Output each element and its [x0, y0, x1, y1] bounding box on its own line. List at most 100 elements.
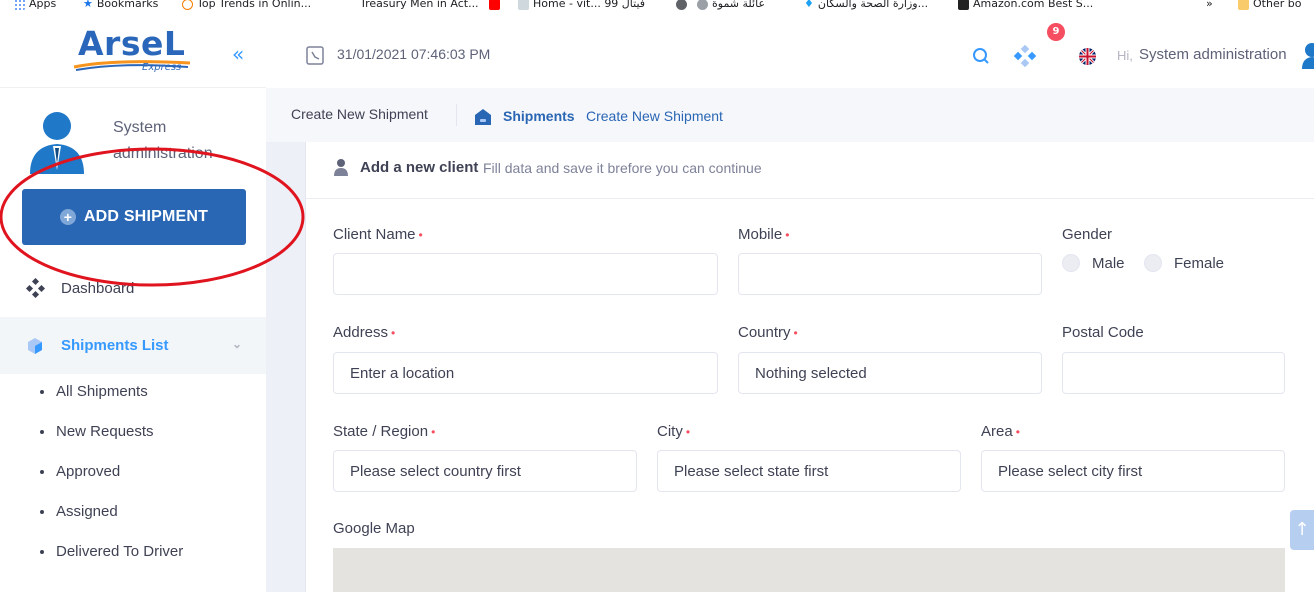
- card-header: Add a new client Fill data and save it b…: [306, 142, 1314, 199]
- folder-icon: [1238, 0, 1249, 10]
- bookmark-bookmarks[interactable]: ★ Bookmarks: [83, 0, 158, 11]
- user-avatar-icon[interactable]: [1302, 41, 1314, 69]
- required-mark: •: [431, 425, 436, 439]
- logo-tagline: Express: [142, 62, 182, 73]
- required-mark: •: [1015, 425, 1020, 439]
- bookmark-treasury[interactable]: Treasury Men in Act...: [360, 0, 479, 11]
- notifications-icon[interactable]: [1014, 45, 1036, 67]
- home-icon[interactable]: [474, 108, 492, 126]
- scroll-to-top-button[interactable]: ↑: [1290, 510, 1314, 550]
- sidebar: ArseL Express « System administration + …: [0, 12, 266, 592]
- star-icon: ★: [83, 0, 93, 10]
- apps-grid-icon: [14, 0, 25, 10]
- bookmarks-overflow[interactable]: »: [1206, 0, 1213, 11]
- bookmark-apps[interactable]: Apps: [14, 0, 56, 11]
- youtube-icon: [489, 0, 500, 10]
- subheader-divider: [456, 104, 457, 126]
- sidebar-subitem-approved[interactable]: Approved: [40, 463, 120, 480]
- bookmark-other[interactable]: Other bo: [1238, 0, 1301, 11]
- gender-male-radio[interactable]: Male: [1062, 254, 1125, 272]
- add-shipment-button[interactable]: + ADD SHIPMENT: [22, 189, 246, 245]
- required-mark: •: [391, 326, 396, 340]
- bookmark-family[interactable]: عائلة شموة: [676, 0, 765, 11]
- google-map-label: Google Map: [333, 520, 415, 537]
- top-header: 31/01/2021 07:46:03 PM 9 Hi, System admi…: [266, 12, 1314, 88]
- required-mark: •: [685, 425, 691, 439]
- city-label: City •: [657, 423, 691, 440]
- user-icon: [334, 159, 348, 176]
- add-shipment-label: ADD SHIPMENT: [83, 208, 209, 225]
- greeting-label: Hi,: [1117, 48, 1133, 63]
- bookmark-amazon[interactable]: Amazon.com Best S...: [958, 0, 1093, 11]
- bullet-icon: [40, 389, 44, 394]
- area-select[interactable]: Please select city first: [981, 450, 1285, 492]
- bullet-icon: [40, 509, 44, 514]
- sidebar-item-label: Shipments List: [61, 337, 169, 354]
- gender-female-radio[interactable]: Female: [1144, 254, 1224, 272]
- uk-flag-icon[interactable]: [1079, 48, 1096, 65]
- page-title: Create New Shipment: [291, 106, 428, 122]
- address-label: Address •: [333, 324, 396, 341]
- country-select[interactable]: Nothing selected: [738, 352, 1042, 394]
- radio-circle-icon: [1062, 254, 1080, 272]
- bookmark-health-ministry[interactable]: ♦ وزارة الصحة والسكان...: [804, 0, 928, 11]
- state-select[interactable]: Please select country first: [333, 450, 637, 492]
- address-input[interactable]: Enter a location: [333, 352, 718, 394]
- create-client-card: Add a new client Fill data and save it b…: [305, 142, 1314, 592]
- google-map[interactable]: [333, 548, 1285, 592]
- page-icon: [518, 0, 529, 10]
- required-mark: •: [793, 326, 798, 340]
- cloud-icon: [697, 0, 708, 10]
- client-name-label: Client Name •: [333, 226, 423, 243]
- bookmark-top-trends[interactable]: Top Trends in Onlin...: [182, 0, 311, 11]
- breadcrumb-shipments[interactable]: Shipments: [503, 108, 575, 124]
- twitter-icon: ♦: [804, 0, 814, 10]
- sidebar-subitem-delivered-to-driver[interactable]: Delivered To Driver: [40, 543, 183, 560]
- breadcrumb-create-new-shipment[interactable]: Create New Shipment: [586, 108, 723, 124]
- gender-label: Gender: [1062, 226, 1113, 243]
- state-label: State / Region •: [333, 423, 436, 440]
- bullet-icon: [40, 469, 44, 474]
- client-name-input[interactable]: [333, 253, 718, 295]
- brand-logo[interactable]: ArseL Express: [72, 22, 192, 78]
- required-mark: •: [418, 228, 423, 242]
- sidebar-user-name: System administration: [113, 119, 213, 162]
- dashboard-icon: [25, 278, 45, 298]
- user-panel: System administration: [0, 98, 266, 188]
- sidebar-item-label: Dashboard: [61, 279, 135, 297]
- city-select[interactable]: Please select state first: [657, 450, 961, 492]
- mobile-label: Mobile •: [738, 226, 790, 243]
- subheader: Create New Shipment Shipments Create New…: [266, 88, 1314, 142]
- country-label: Country •: [738, 324, 798, 341]
- bookmark-home-vital[interactable]: Home - vit... فيتال 99: [489, 0, 645, 11]
- sidebar-subitem-all-shipments[interactable]: All Shipments: [40, 383, 148, 400]
- chevron-down-icon: ⌄: [231, 337, 242, 351]
- header-datetime: 31/01/2021 07:46:03 PM: [337, 46, 491, 62]
- header-user-name[interactable]: System administration: [1139, 46, 1287, 63]
- sidebar-item-shipments-list[interactable]: Shipments List ⌄: [0, 317, 266, 374]
- mobile-input[interactable]: [738, 253, 1042, 295]
- postal-code-input[interactable]: [1062, 352, 1285, 394]
- plus-circle-icon: +: [59, 209, 76, 225]
- calendar-clock-icon: [306, 46, 324, 65]
- box-icon: [28, 337, 42, 354]
- brand-area: ArseL Express «: [0, 12, 266, 88]
- search-icon[interactable]: [972, 47, 990, 65]
- bullet-icon: [40, 549, 44, 554]
- postal-code-label: Postal Code: [1062, 324, 1144, 341]
- sidebar-item-dashboard[interactable]: Dashboard: [0, 268, 266, 308]
- bookmarks-bar: Apps ★ Bookmarks Top Trends in Onlin... …: [0, 0, 1314, 12]
- sidebar-subitem-assigned[interactable]: Assigned: [40, 503, 118, 520]
- amazon-icon: [958, 0, 969, 10]
- card-title: Add a new client: [360, 159, 479, 176]
- sidebar-subitem-new-requests[interactable]: New Requests: [40, 423, 154, 440]
- radio-circle-icon: [1144, 254, 1162, 272]
- trends-icon: [182, 0, 193, 10]
- card-hint: Fill data and save it brefore you can co…: [483, 160, 762, 176]
- bullet-icon: [40, 429, 44, 434]
- logo-text: ArseL: [78, 24, 186, 63]
- globe-icon: [676, 0, 687, 10]
- required-mark: •: [785, 228, 790, 242]
- user-avatar-icon: [30, 112, 84, 174]
- collapse-sidebar-icon[interactable]: «: [232, 44, 244, 64]
